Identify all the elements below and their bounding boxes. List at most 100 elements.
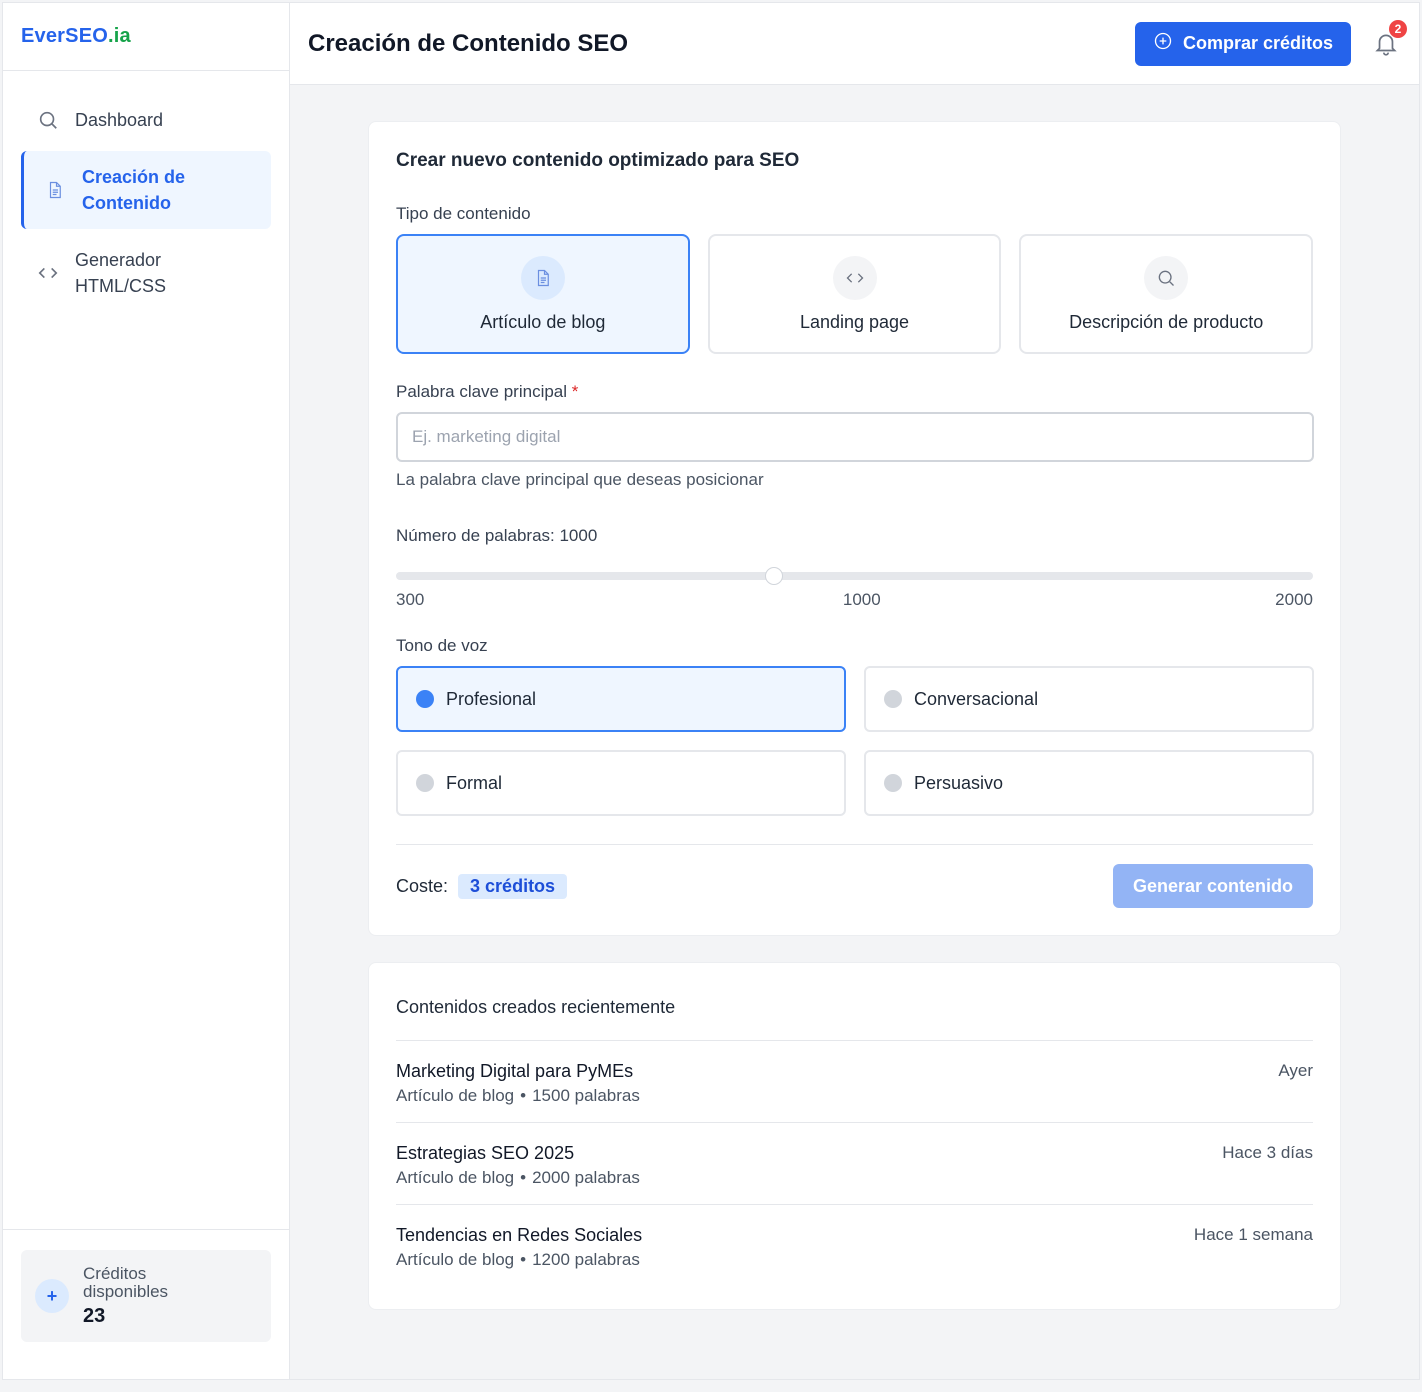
divider xyxy=(396,844,1313,845)
plus-icon: + xyxy=(35,1279,69,1313)
content-area: Crear nuevo contenido optimizado para SE… xyxy=(290,85,1419,1310)
radio-indicator xyxy=(884,774,902,792)
tone-label-text: Persuasivo xyxy=(914,772,1004,793)
list-item-type: Artículo de blog xyxy=(396,1250,515,1269)
brand-name: EverSEO xyxy=(21,25,109,47)
sidebar-item-label: Creación de Contenido xyxy=(82,167,186,213)
sidebar-item-content-creation[interactable]: Creación de Contenido xyxy=(21,151,271,229)
list-item-type: Artículo de blog xyxy=(396,1086,515,1105)
main-area: Creación de Contenido SEO Comprar crédit… xyxy=(290,3,1419,1379)
keyword-label-text: Palabra clave principal xyxy=(396,382,568,401)
content-type-options: Artículo de blog Landing page Descripció… xyxy=(396,234,1314,354)
notification-badge: 2 xyxy=(1389,19,1407,38)
list-item[interactable]: Estrategias SEO 2025 Artículo de blog • 20… xyxy=(396,1123,1313,1205)
code-icon xyxy=(832,255,877,300)
topbar: Creación de Contenido SEO Comprar crédit… xyxy=(290,3,1419,85)
search-icon xyxy=(37,109,59,131)
form-title: Crear nuevo contenido optimizado para SE… xyxy=(396,150,800,171)
sidebar-item-label: Dashboard xyxy=(75,110,164,130)
search-icon xyxy=(1144,255,1189,300)
keyword-help: La palabra clave principal que deseas po… xyxy=(396,470,764,489)
separator: • xyxy=(520,1250,527,1269)
type-option-product[interactable]: Descripción de producto xyxy=(1019,234,1314,354)
tone-label-text: Conversacional xyxy=(914,688,1039,709)
list-item[interactable]: Tendencias en Redes Sociales Artículo de… xyxy=(396,1205,1313,1282)
list-item-time: Ayer xyxy=(1278,1061,1313,1080)
slider-thumb[interactable] xyxy=(764,567,783,585)
type-option-label: Artículo de blog xyxy=(480,311,606,332)
radio-indicator xyxy=(884,690,902,708)
separator: • xyxy=(520,1086,527,1105)
list-item-title: Marketing Digital para PyMEs xyxy=(396,1061,634,1081)
content-type-label: Tipo de contenido xyxy=(396,204,531,223)
sidebar-item-label: Generador HTML/CSS xyxy=(75,250,167,296)
keyword-input[interactable] xyxy=(396,412,1314,462)
list-item-time: Hace 1 semana xyxy=(1193,1225,1313,1244)
credits-section: + Créditos disponibles 23 xyxy=(3,1229,289,1379)
tone-option-persuasivo[interactable]: Persuasivo xyxy=(864,750,1314,816)
cost-label: Coste: xyxy=(396,875,449,896)
sidebar: EverSEO .ia Dashboard Creación de Conteni… xyxy=(3,3,290,1379)
tone-label-text: Profesional xyxy=(446,688,537,709)
list-item-title: Estrategias SEO 2025 xyxy=(396,1143,575,1163)
form-footer: Coste: 3 créditos Generar contenido xyxy=(396,864,1313,908)
type-option-label: Descripción de producto xyxy=(1069,311,1264,332)
list-item-words: 2000 palabras xyxy=(532,1168,640,1187)
list-item-words: 1200 palabras xyxy=(532,1250,640,1269)
brand-suffix: .ia xyxy=(108,25,131,47)
topbar-actions: Comprar créditos 2 xyxy=(1134,19,1407,66)
document-icon xyxy=(44,179,66,201)
list-item-time: Hace 3 días xyxy=(1222,1143,1313,1162)
radio-indicator xyxy=(416,690,434,708)
brand-logo[interactable]: EverSEO .ia xyxy=(3,3,289,71)
recent-content-card: Contenidos creados recientemente Marketi… xyxy=(368,962,1341,1310)
content-form-card: Crear nuevo contenido optimizado para SE… xyxy=(368,121,1341,936)
cost-info: Coste: 3 créditos xyxy=(396,873,568,899)
list-item-meta: Artículo de blog • 1500 palabras xyxy=(396,1086,640,1106)
page-title: Creación de Contenido SEO xyxy=(308,29,629,57)
list-item-words: 1500 palabras xyxy=(532,1086,640,1105)
tone-option-profesional[interactable]: Profesional xyxy=(396,666,846,732)
type-option-blog[interactable]: Artículo de blog xyxy=(396,234,690,354)
slider-max: 2000 xyxy=(1275,590,1313,609)
tone-label: Tono de voz xyxy=(396,636,488,655)
tone-options: Profesional Conversacional Formal Persua… xyxy=(396,666,1314,816)
tone-option-conversacional[interactable]: Conversacional xyxy=(864,666,1314,732)
slider-min: 300 xyxy=(396,590,425,609)
list-item-type: Artículo de blog xyxy=(396,1168,515,1187)
type-option-landing[interactable]: Landing page xyxy=(707,234,1002,354)
cost-badge: 3 créditos xyxy=(458,873,568,899)
type-option-label: Landing page xyxy=(799,311,910,332)
list-item-meta: Artículo de blog • 1200 palabras xyxy=(396,1250,642,1270)
recent-title: Contenidos creados recientemente xyxy=(396,997,1313,1041)
required-marker: * xyxy=(571,382,579,401)
app-window: EverSEO .ia Dashboard Creación de Conteni… xyxy=(2,2,1420,1380)
buy-credits-button[interactable]: Comprar créditos xyxy=(1134,21,1351,66)
radio-indicator xyxy=(416,774,434,792)
code-icon xyxy=(37,262,59,284)
word-count-slider[interactable] xyxy=(396,564,1313,585)
keyword-label: Palabra clave principal * xyxy=(396,382,1313,402)
list-item-meta: Artículo de blog • 2000 palabras xyxy=(396,1168,640,1188)
plus-circle-icon xyxy=(1153,31,1173,56)
list-item-title: Tendencias en Redes Sociales xyxy=(396,1225,643,1245)
document-icon xyxy=(520,255,565,300)
sidebar-item-dashboard[interactable]: Dashboard xyxy=(21,97,271,143)
tone-option-formal[interactable]: Formal xyxy=(396,750,846,816)
bell-icon xyxy=(1373,34,1399,62)
notifications-button[interactable]: 2 xyxy=(1373,19,1407,58)
generate-content-button[interactable]: Generar contenido xyxy=(1112,864,1313,908)
slider-mid: 1000 xyxy=(842,590,881,609)
credits-value: 23 xyxy=(83,1304,106,1327)
word-count-label: Número de palabras: 1000 xyxy=(396,526,598,545)
credits-label: Créditos disponibles xyxy=(83,1263,169,1301)
tone-label-text: Formal xyxy=(446,772,503,793)
slider-scale: 300 1000 2000 xyxy=(396,590,1313,610)
separator: • xyxy=(520,1168,527,1187)
sidebar-item-html-generator[interactable]: Generador HTML/CSS xyxy=(21,237,271,309)
sidebar-nav: Dashboard Creación de Contenido Generado… xyxy=(3,71,289,317)
credits-box[interactable]: + Créditos disponibles 23 xyxy=(21,1250,271,1342)
slider-track xyxy=(396,572,1313,580)
list-item[interactable]: Marketing Digital para PyMEs Artículo de… xyxy=(396,1041,1313,1123)
buy-credits-label: Comprar créditos xyxy=(1182,33,1333,53)
